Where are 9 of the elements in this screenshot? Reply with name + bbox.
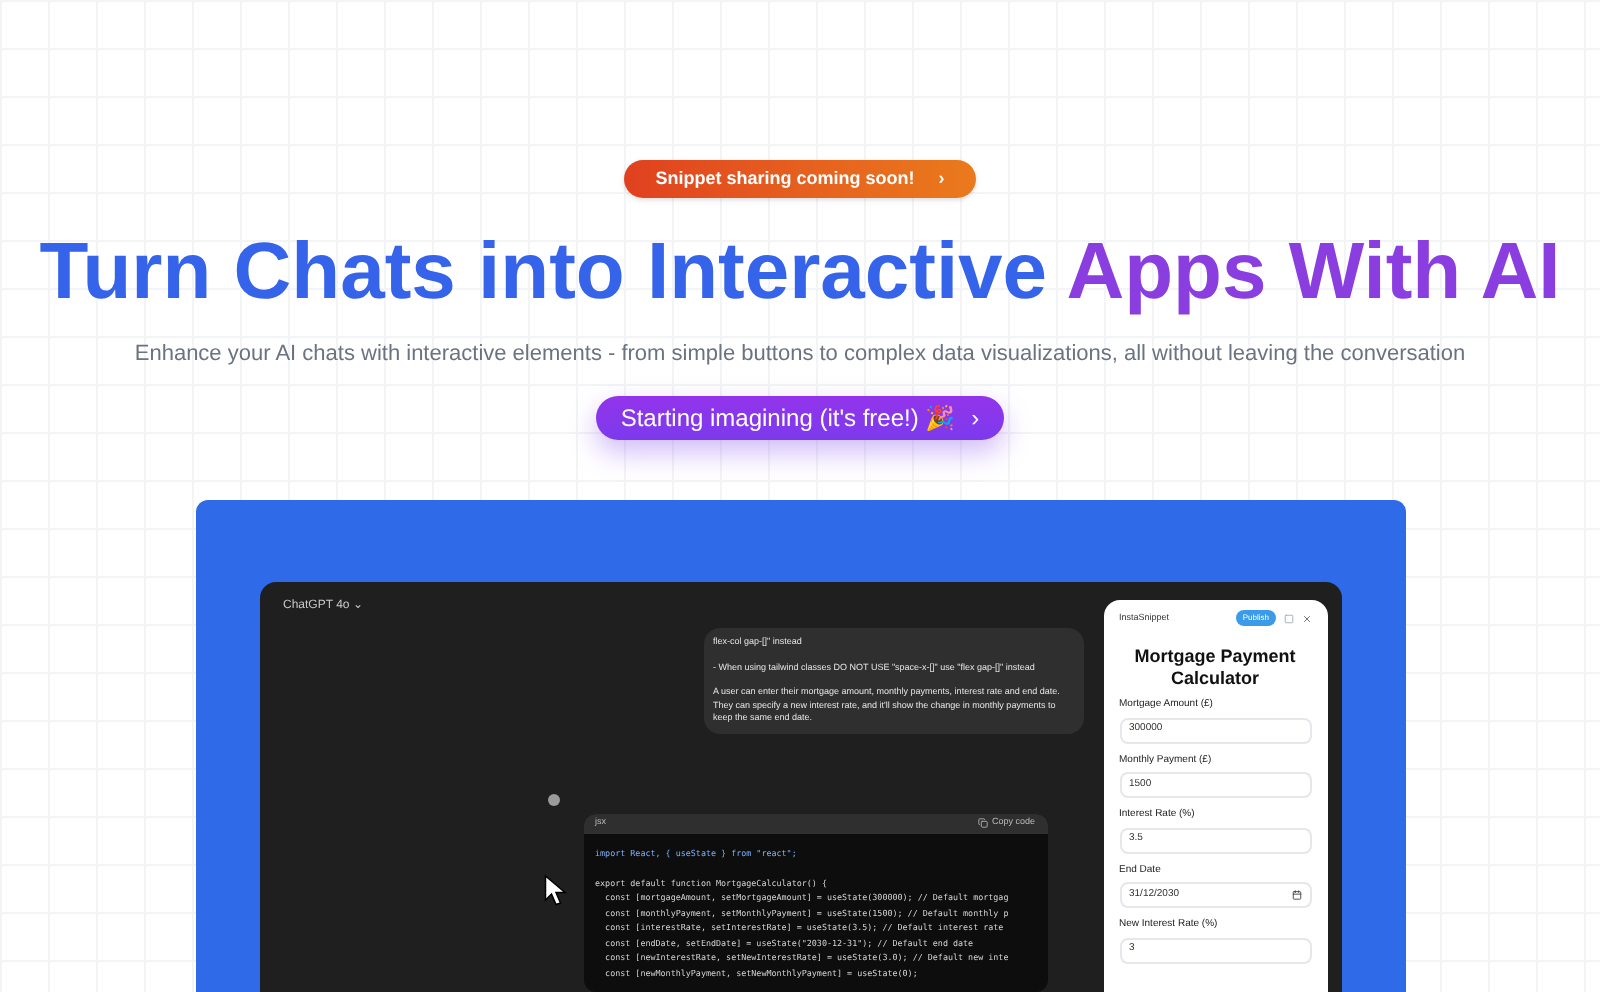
- announcement-badge[interactable]: Snippet sharing coming soon! ›: [623, 160, 977, 199]
- hero-title: Turn Chats into Interactive Apps With AI: [39, 226, 1561, 321]
- calculator-title: Mortgage Payment Calculator: [1132, 646, 1298, 690]
- start-button[interactable]: Starting imagining (it's free!) 🎉 ›: [596, 395, 1004, 440]
- hero-subtitle: Enhance your AI chats with interactive elements - from simple buttons to complex data visualizations, all without leaving the conversation: [134, 340, 1466, 371]
- mouse-pointer-icon: [543, 873, 567, 907]
- calendar-icon: [1291, 890, 1301, 900]
- assistant-avatar-icon: [547, 793, 559, 805]
- copy-icon: [977, 818, 988, 828]
